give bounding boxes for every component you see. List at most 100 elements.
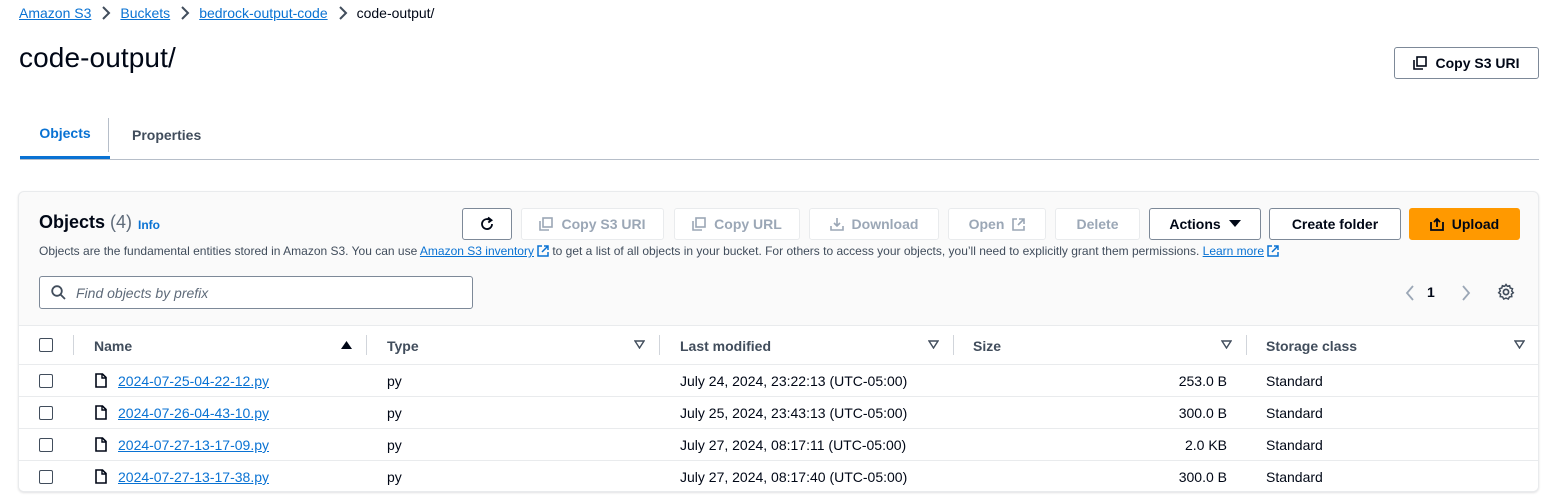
object-name-link[interactable]: 2024-07-26-04-43-10.py: [118, 405, 269, 421]
download-icon: [829, 218, 844, 231]
object-size: 253.0 B: [1178, 373, 1227, 389]
learn-more-link[interactable]: Learn more: [1203, 244, 1279, 258]
s3-inventory-link-label: Amazon S3 inventory: [419, 244, 534, 258]
upload-button[interactable]: Upload: [1409, 208, 1520, 240]
s3-inventory-link[interactable]: Amazon S3 inventory: [420, 244, 549, 258]
objects-title: Objects: [39, 212, 106, 232]
description-prefix: Objects are the fundamental entities sto…: [39, 244, 418, 258]
breadcrumb-buckets[interactable]: Buckets: [120, 5, 170, 21]
copy-url-button[interactable]: Copy URL: [674, 208, 800, 240]
info-link[interactable]: Info: [138, 218, 160, 232]
learn-more-label: Learn more: [1202, 244, 1265, 258]
file-icon: [95, 469, 107, 484]
sort-ascending-icon[interactable]: [341, 340, 352, 350]
create-folder-label: Create folder: [1291, 216, 1379, 232]
object-last-modified: July 25, 2024, 23:43:13 (UTC-05:00): [680, 405, 908, 421]
object-storage-class: Standard: [1266, 469, 1323, 485]
actions-label: Actions: [1169, 216, 1221, 232]
column-header-storage-class[interactable]: Storage class: [1266, 326, 1357, 365]
next-page-button[interactable]: [1461, 285, 1471, 306]
objects-table: Name Type Last modified Size Storage cla…: [19, 325, 1538, 491]
object-last-modified: July 27, 2024, 08:17:40 (UTC-05:00): [680, 469, 908, 485]
search-input[interactable]: [74, 283, 454, 302]
object-type: py: [387, 469, 402, 485]
object-name-link[interactable]: 2024-07-27-13-17-09.py: [118, 437, 269, 453]
objects-count: (4): [110, 212, 133, 232]
object-type: py: [387, 437, 402, 453]
tab-bar: Objects Properties: [20, 110, 1539, 160]
actions-dropdown[interactable]: Actions: [1149, 208, 1261, 240]
external-link-icon: [1267, 245, 1279, 257]
object-size: 300.0 B: [1178, 469, 1227, 485]
column-header-size[interactable]: Size: [973, 326, 1001, 365]
sort-icon[interactable]: [928, 340, 939, 349]
previous-page-button[interactable]: [1405, 285, 1415, 306]
breadcrumb-bucket[interactable]: bedrock-output-code: [199, 5, 327, 21]
copy-s3-uri-button[interactable]: Copy S3 URI: [1394, 47, 1539, 79]
table-row: 2024-07-27-13-17-38.py py July 27, 2024,…: [19, 461, 1538, 491]
copy-icon: [539, 217, 554, 231]
sort-icon[interactable]: [1221, 340, 1232, 349]
tab-divider: [108, 118, 109, 152]
copy-s3-uri-toolbar-label: Copy S3 URI: [561, 216, 646, 232]
copy-s3-uri-toolbar-button[interactable]: Copy S3 URI: [521, 208, 664, 240]
object-size: 300.0 B: [1178, 405, 1227, 421]
object-storage-class: Standard: [1266, 405, 1323, 421]
column-divider: [73, 335, 74, 355]
row-checkbox[interactable]: [39, 406, 53, 420]
gear-icon: [1497, 283, 1515, 300]
description-middle: to get a list of all objects in your buc…: [552, 244, 1200, 258]
tab-objects[interactable]: Objects: [20, 110, 110, 159]
row-checkbox[interactable]: [39, 438, 53, 452]
select-all-checkbox[interactable]: [39, 338, 53, 352]
object-storage-class: Standard: [1266, 437, 1323, 453]
chevron-left-icon: [1405, 285, 1414, 301]
page-number[interactable]: 1: [1427, 284, 1435, 300]
object-size: 2.0 KB: [1184, 437, 1227, 453]
preferences-button[interactable]: [1497, 283, 1515, 306]
external-link-icon: [537, 245, 549, 257]
tab-properties[interactable]: Properties: [132, 110, 201, 159]
column-header-type[interactable]: Type: [387, 326, 419, 365]
download-label: Download: [851, 216, 919, 232]
row-checkbox[interactable]: [39, 470, 53, 484]
table-row: 2024-07-27-13-17-09.py py July 27, 2024,…: [19, 429, 1538, 461]
download-button[interactable]: Download: [809, 208, 939, 240]
row-checkbox[interactable]: [39, 374, 53, 388]
refresh-button[interactable]: [462, 208, 512, 240]
table-row: 2024-07-26-04-43-10.py py July 25, 2024,…: [19, 397, 1538, 429]
chevron-right-icon: [180, 6, 190, 20]
breadcrumb-amazon-s3[interactable]: Amazon S3: [19, 5, 91, 21]
sort-icon[interactable]: [1514, 340, 1525, 349]
object-name-link[interactable]: 2024-07-27-13-17-38.py: [118, 469, 269, 485]
column-divider[interactable]: [659, 335, 660, 355]
file-icon: [95, 373, 107, 388]
table-header: Name Type Last modified Size Storage cla…: [19, 326, 1538, 365]
create-folder-button[interactable]: Create folder: [1269, 208, 1401, 240]
column-divider[interactable]: [1246, 335, 1247, 355]
refresh-icon: [481, 216, 494, 230]
search-box: [39, 276, 473, 309]
column-header-last-modified[interactable]: Last modified: [680, 326, 771, 365]
search-icon: [51, 285, 66, 300]
page-title: code-output/: [19, 42, 176, 73]
objects-heading: Objects (4): [39, 212, 132, 233]
object-last-modified: July 24, 2024, 23:22:13 (UTC-05:00): [680, 373, 908, 389]
file-icon: [95, 437, 107, 452]
object-storage-class: Standard: [1266, 373, 1323, 389]
caret-down-icon: [1228, 220, 1241, 227]
object-name-link[interactable]: 2024-07-25-04-22-12.py: [118, 373, 269, 389]
open-label: Open: [968, 216, 1005, 232]
column-divider[interactable]: [953, 335, 954, 355]
copy-s3-uri-label: Copy S3 URI: [1435, 55, 1520, 71]
table-row: 2024-07-25-04-22-12.py py July 24, 2024,…: [19, 365, 1538, 397]
column-divider[interactable]: [366, 335, 367, 355]
external-link-icon: [1012, 217, 1026, 231]
file-icon: [95, 405, 107, 420]
delete-button[interactable]: Delete: [1055, 208, 1140, 240]
copy-url-label: Copy URL: [714, 216, 782, 232]
chevron-right-icon: [1462, 285, 1471, 301]
open-button[interactable]: Open: [948, 208, 1046, 240]
column-header-name[interactable]: Name: [94, 326, 132, 365]
sort-icon[interactable]: [634, 340, 645, 349]
